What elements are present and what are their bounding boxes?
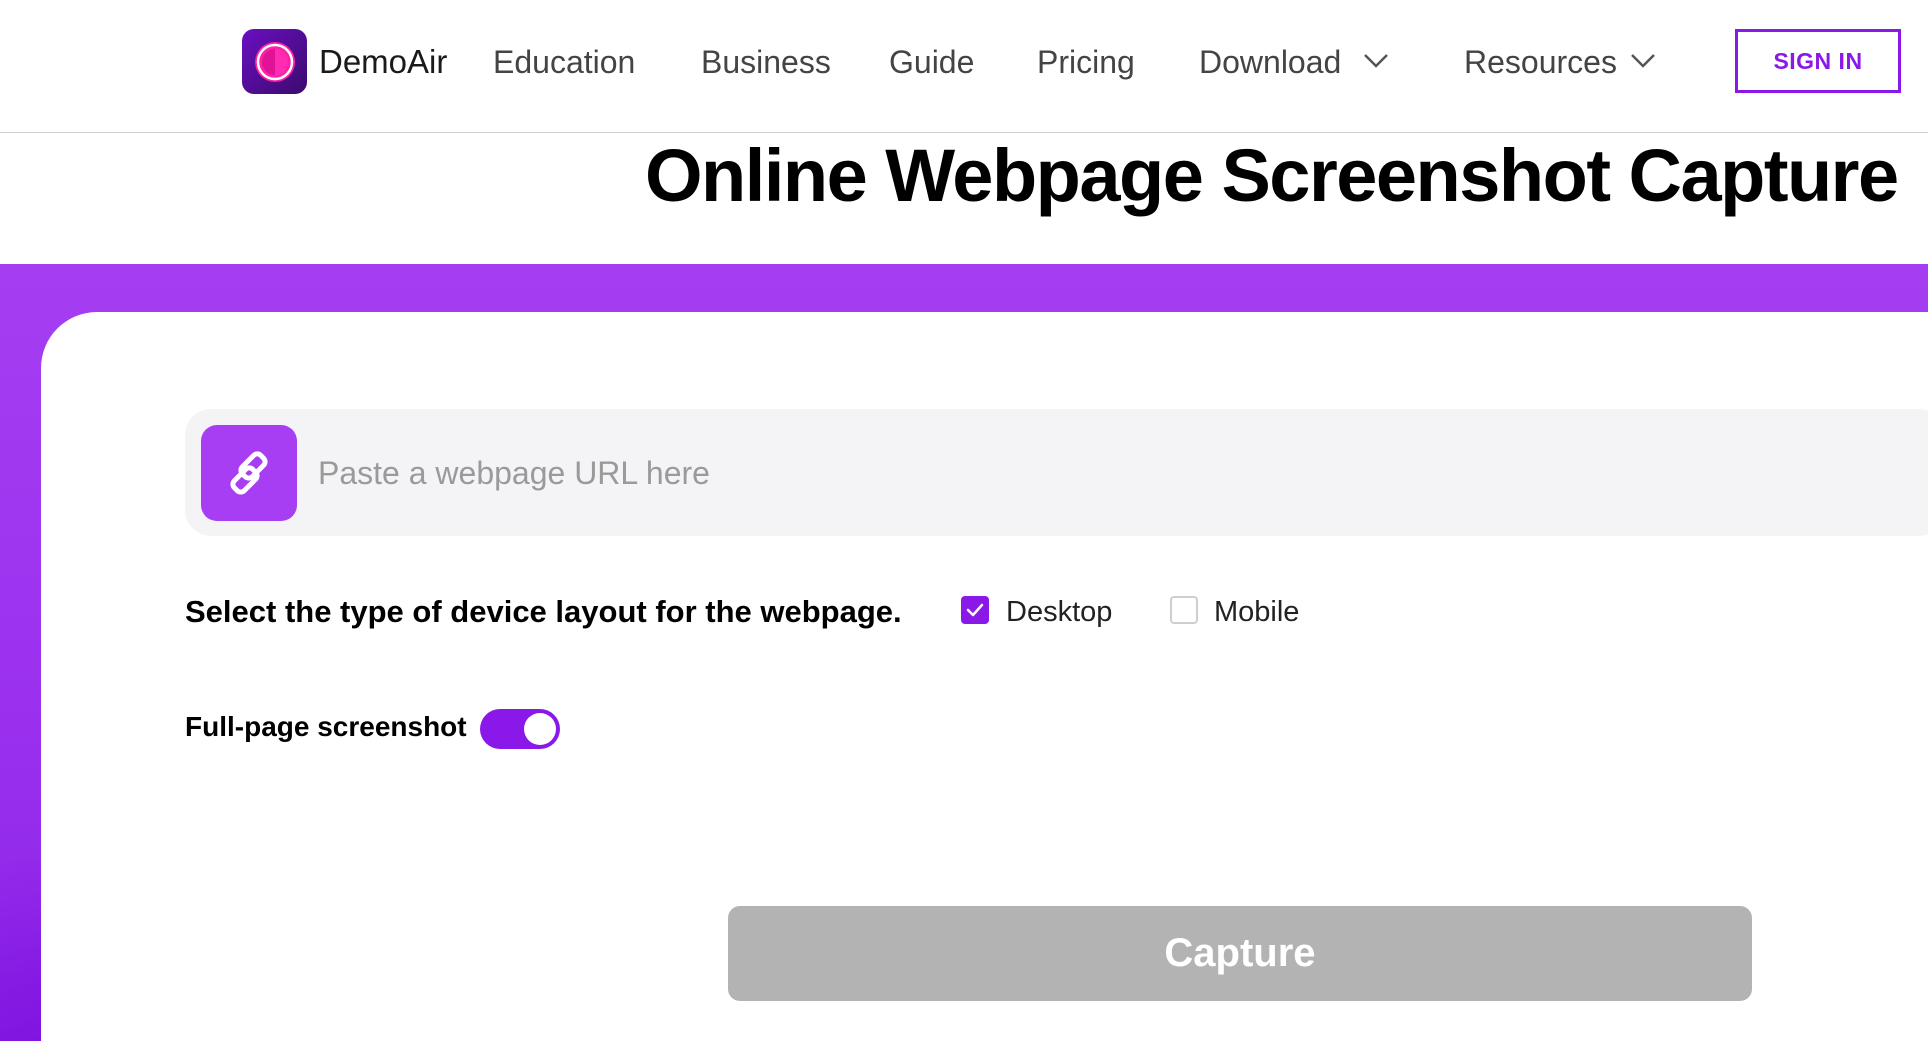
nav-pricing[interactable]: Pricing <box>1037 40 1135 84</box>
desktop-checkbox[interactable] <box>961 596 989 624</box>
nav-resources[interactable]: Resources <box>1464 40 1617 84</box>
capture-button[interactable]: Capture <box>728 906 1752 1001</box>
layout-select-label: Select the type of device layout for the… <box>185 594 902 629</box>
link-icon[interactable] <box>201 425 297 521</box>
url-input[interactable] <box>318 440 1878 506</box>
top-header: DemoAir Education Business Guide Pricing… <box>0 0 1928 133</box>
demoair-logo-icon[interactable] <box>242 29 307 94</box>
chevron-down-icon[interactable] <box>1630 52 1656 70</box>
mobile-option-label[interactable]: Mobile <box>1214 590 1299 634</box>
page-title: Online Webpage Screenshot Capture <box>645 134 1899 217</box>
desktop-option-label[interactable]: Desktop <box>1006 590 1112 634</box>
chevron-down-icon[interactable] <box>1363 52 1389 70</box>
nav-guide[interactable]: Guide <box>889 40 974 84</box>
check-icon <box>966 603 984 617</box>
full-page-toggle[interactable] <box>480 709 560 749</box>
mobile-checkbox[interactable] <box>1170 596 1198 624</box>
brand-name[interactable]: DemoAir <box>319 40 447 84</box>
full-page-label: Full-page screenshot <box>185 711 467 742</box>
sign-in-button[interactable]: SIGN IN <box>1735 29 1901 93</box>
nav-download[interactable]: Download <box>1199 40 1341 84</box>
toggle-knob <box>524 713 556 745</box>
page-root: DemoAir Education Business Guide Pricing… <box>0 0 1928 1041</box>
nav-business[interactable]: Business <box>701 40 831 84</box>
nav-education[interactable]: Education <box>493 40 635 84</box>
